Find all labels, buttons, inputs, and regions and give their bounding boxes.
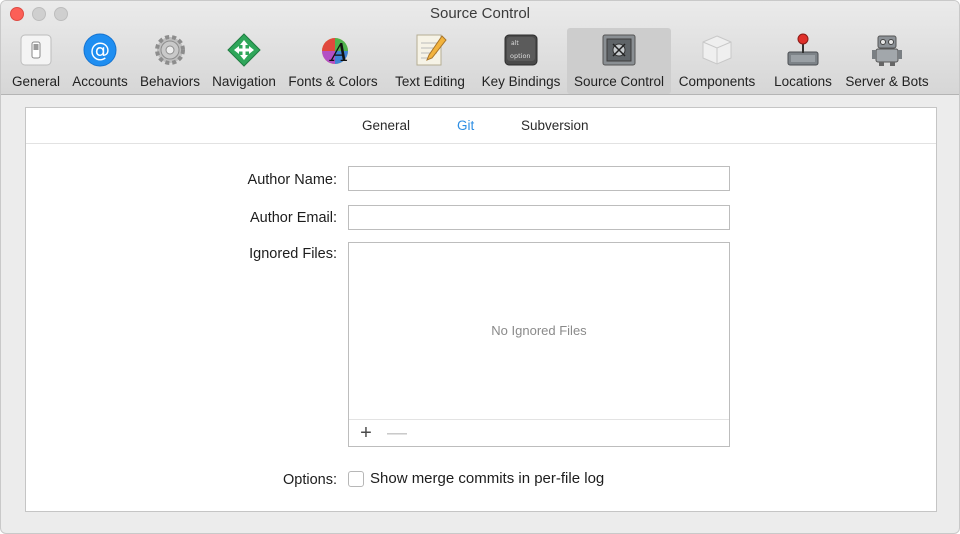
toolbar-item-fonts-colors[interactable]: A Fonts & Colors	[281, 28, 385, 94]
components-box-icon	[699, 32, 735, 68]
font-color-wheel-icon: A	[315, 32, 351, 68]
preferences-toolbar: General @ Accounts Behaviors Navigation …	[5, 28, 931, 94]
tab-general[interactable]: General	[362, 118, 410, 133]
ignored-files-list[interactable]: No Ignored Files + —	[348, 242, 730, 447]
toolbar-item-label: Key Bindings	[481, 74, 561, 89]
general-switch-icon	[18, 32, 54, 68]
toolbar-item-label: Behaviors	[139, 74, 201, 89]
merge-commits-checkbox[interactable]	[348, 470, 364, 487]
ignored-files-footer: + —	[349, 419, 729, 446]
svg-text:alt: alt	[511, 40, 519, 47]
remove-ignored-file-button[interactable]: —	[385, 421, 409, 445]
toolbar-item-label: Navigation	[212, 74, 276, 89]
toolbar-item-label: Components	[678, 74, 756, 89]
at-sign-icon: @	[82, 32, 118, 68]
tab-bar: General Git Subversion	[26, 108, 936, 144]
source-control-panel: General Git Subversion Author Name: Auth…	[25, 107, 937, 512]
option-key-icon: alt option	[503, 32, 539, 68]
svg-text:option: option	[510, 52, 531, 60]
author-email-field[interactable]	[348, 205, 730, 230]
author-email-label: Author Email:	[249, 210, 337, 226]
joystick-drive-icon	[785, 32, 821, 68]
toolbar-item-key-bindings[interactable]: alt option Key Bindings	[475, 28, 567, 94]
svg-text:A: A	[329, 39, 348, 67]
toolbar-item-label: Accounts	[72, 74, 128, 89]
preferences-window: Source Control General @ Accounts Behavi…	[0, 0, 960, 534]
toolbar-item-label: Locations	[774, 74, 832, 89]
toolbar-item-server-bots[interactable]: Server & Bots	[843, 28, 931, 94]
tab-git[interactable]: Git	[457, 118, 474, 133]
toolbar-item-accounts[interactable]: @ Accounts	[67, 28, 133, 94]
options-label: Options:	[283, 472, 337, 488]
ignored-files-label: Ignored Files:	[249, 246, 337, 262]
toolbar-item-locations[interactable]: Locations	[763, 28, 843, 94]
notepad-pencil-icon	[412, 32, 448, 68]
toolbar-item-components[interactable]: Components	[671, 28, 763, 94]
navigation-arrows-icon	[226, 32, 262, 68]
merge-commits-option[interactable]: Show merge commits in per-file log	[348, 470, 604, 487]
toolbar-item-behaviors[interactable]: Behaviors	[133, 28, 207, 94]
safe-icon	[601, 32, 637, 68]
ignored-files-empty-text: No Ignored Files	[491, 323, 587, 338]
tab-subversion[interactable]: Subversion	[521, 118, 589, 133]
toolbar-item-general[interactable]: General	[5, 28, 67, 94]
svg-text:@: @	[90, 38, 110, 62]
author-name-label: Author Name:	[247, 172, 337, 188]
toolbar-item-label: Server & Bots	[845, 74, 929, 89]
author-name-field[interactable]	[348, 166, 730, 191]
toolbar-item-label: Source Control	[573, 74, 665, 89]
toolbar-item-label: General	[11, 74, 61, 89]
window-title: Source Control	[429, 5, 531, 22]
toolbar-item-label: Fonts & Colors	[288, 74, 378, 89]
toolbar-item-navigation[interactable]: Navigation	[207, 28, 281, 94]
add-ignored-file-button[interactable]: +	[354, 421, 378, 445]
robot-icon	[869, 32, 905, 68]
toolbar-item-source-control[interactable]: Source Control	[567, 28, 671, 94]
title-bar: Source Control General @ Accounts Behavi…	[1, 1, 959, 95]
gears-icon	[152, 32, 188, 68]
toolbar-item-label: Text Editing	[395, 74, 465, 89]
toolbar-item-text-editing[interactable]: Text Editing	[385, 28, 475, 94]
merge-commits-checkbox-label[interactable]: Show merge commits in per-file log	[370, 470, 604, 487]
